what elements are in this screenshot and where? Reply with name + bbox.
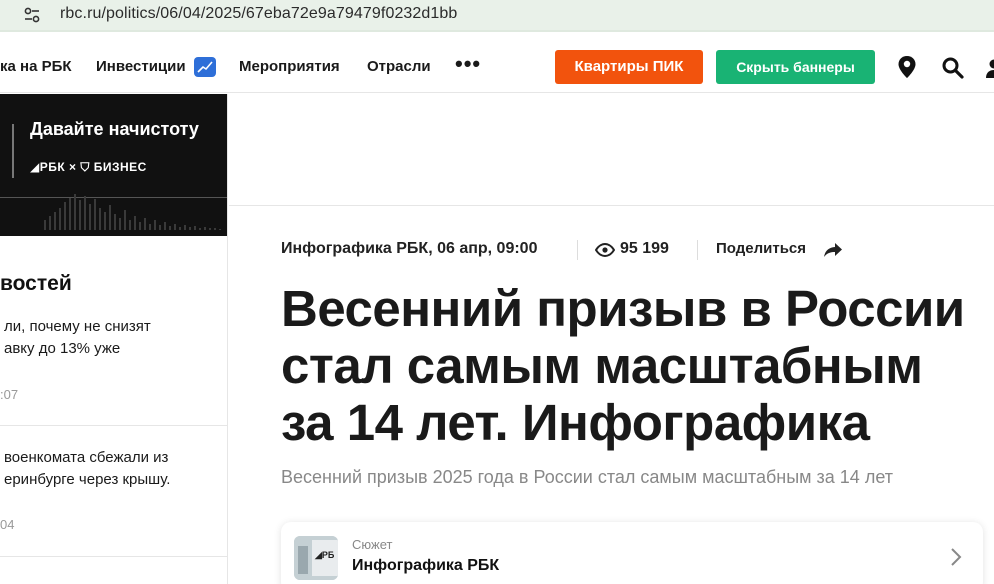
pik-apartments-button[interactable]: Квартиры ПИК xyxy=(555,50,703,84)
news-feed-heading: востей xyxy=(0,272,72,295)
svg-text:◢РБ: ◢РБ xyxy=(314,550,335,560)
share-arrow-icon[interactable] xyxy=(823,242,843,258)
promo-banner[interactable]: Давайте начистоту ◢РБК × ⛉ БИЗНЕС xyxy=(0,94,227,236)
news-item-text[interactable]: военкомата сбежали из еринбурге через кр… xyxy=(4,447,224,491)
article-source-date[interactable]: Инфографика РБК, 06 апр, 09:00 xyxy=(281,240,537,260)
sound-wave-icon xyxy=(44,194,221,230)
story-title: Инфографика РБК xyxy=(352,557,500,574)
article-title: Весенний призыв в России стал самым масш… xyxy=(281,280,965,451)
hide-banners-button[interactable]: Скрыть баннеры xyxy=(716,50,875,84)
nav-item-events[interactable]: Мероприятия xyxy=(239,58,340,75)
meta-separator xyxy=(697,240,698,260)
search-icon[interactable] xyxy=(941,56,965,80)
url-field[interactable]: rbc.ru/politics/06/04/2025/67eba72e9a794… xyxy=(0,0,994,30)
story-thumbnail: ◢РБ xyxy=(294,536,338,580)
top-navigation: ка на РБК Инвестиции Мероприятия Отрасли… xyxy=(0,41,994,93)
promo-title: Давайте начистоту xyxy=(30,119,199,139)
news-item-time: :07 xyxy=(0,387,19,402)
promo-divider xyxy=(12,124,14,178)
nav-item-investments[interactable]: Инвестиции xyxy=(96,58,186,75)
ad-placeholder xyxy=(229,94,994,206)
story-card[interactable]: ◢РБ Сюжет Инфографика РБК xyxy=(281,522,983,584)
news-item-text[interactable]: ли, почему не снизят авку до 13% уже xyxy=(4,316,224,360)
chevron-right-icon[interactable] xyxy=(949,546,963,568)
news-divider xyxy=(0,425,227,426)
share-button[interactable]: Поделиться xyxy=(716,240,806,260)
more-menu-icon[interactable]: ••• xyxy=(455,51,481,77)
browser-address-bar: rbc.ru/politics/06/04/2025/67eba72e9a794… xyxy=(0,0,994,32)
promo-brand: ◢РБК × ⛉ БИЗНЕС xyxy=(30,160,147,174)
location-pin-icon[interactable] xyxy=(897,55,917,79)
meta-separator xyxy=(577,240,578,260)
article-subtitle: Весенний призыв 2025 года в России стал … xyxy=(281,467,893,487)
eye-icon xyxy=(595,243,615,257)
left-sidebar: Давайте начистоту ◢РБК × ⛉ БИЗНЕС востей… xyxy=(0,94,228,584)
news-divider xyxy=(0,556,227,557)
nav-item-rbc-partial[interactable]: ка на РБК xyxy=(0,58,72,75)
tune-icon[interactable] xyxy=(22,5,42,25)
nav-item-industries[interactable]: Отрасли xyxy=(367,58,431,75)
story-kicker: Сюжет xyxy=(352,537,393,552)
investments-badge-icon xyxy=(194,57,216,77)
news-item-time: 04 xyxy=(0,517,15,532)
views-count: 95 199 xyxy=(620,240,669,257)
user-icon[interactable] xyxy=(986,57,994,79)
url-text[interactable]: rbc.ru/politics/06/04/2025/67eba72e9a794… xyxy=(60,5,457,23)
